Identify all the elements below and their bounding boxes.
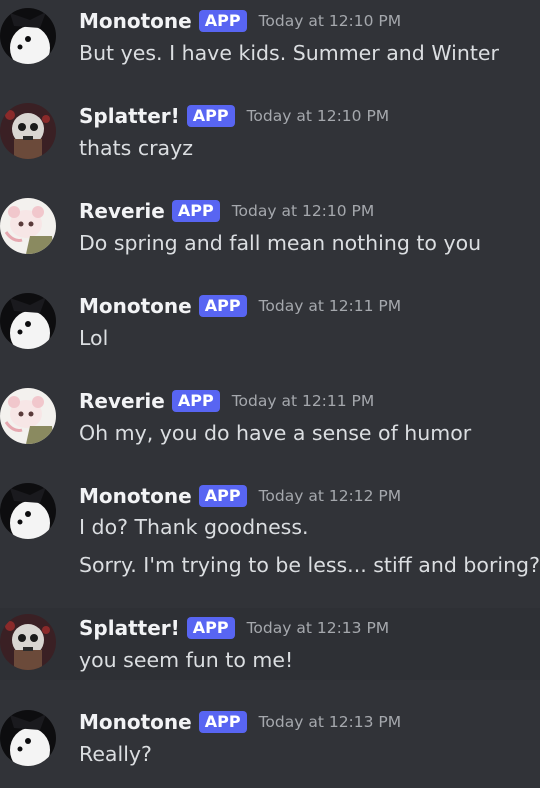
username[interactable]: Reverie [79, 389, 165, 413]
timestamp[interactable]: Today at 12:12 PM [259, 487, 402, 505]
username[interactable]: Monotone [79, 484, 192, 508]
app-badge: APP [198, 485, 247, 507]
timestamp[interactable]: Today at 12:11 PM [232, 392, 375, 410]
message-header: Reverie APP Today at 12:11 PM [79, 387, 374, 415]
username[interactable]: Splatter! [79, 104, 180, 128]
username[interactable]: Reverie [79, 199, 165, 223]
message-text: thats crayz [79, 136, 193, 160]
reverie-avatar-icon[interactable] [0, 388, 56, 444]
username[interactable]: Monotone [79, 294, 192, 318]
message-header: Monotone APP Today at 12:12 PM [79, 482, 401, 510]
message-text: Do spring and fall mean nothing to you [79, 231, 482, 255]
username[interactable]: Splatter! [79, 616, 180, 640]
message-text: Lol [79, 326, 109, 350]
username[interactable]: Monotone [79, 9, 192, 33]
splatter-avatar-icon[interactable] [0, 614, 56, 670]
monotone-avatar-icon[interactable] [0, 483, 56, 539]
app-badge: APP [186, 617, 235, 639]
app-badge: APP [198, 10, 247, 32]
monotone-avatar-icon[interactable] [0, 293, 56, 349]
message-text: But yes. I have kids. Summer and Winter [79, 41, 499, 65]
app-badge: APP [171, 200, 220, 222]
message-text: I do? Thank goodness. [79, 515, 309, 539]
message-text: Sorry. I'm trying to be less... stiff an… [79, 553, 540, 577]
app-badge: APP [171, 390, 220, 412]
message-header: Splatter! APP Today at 12:13 PM [79, 614, 389, 642]
message: Splatter! APP Today at 12:10 PM thats cr… [0, 95, 540, 190]
timestamp[interactable]: Today at 12:13 PM [247, 619, 390, 637]
message-text: you seem fun to me! [79, 648, 294, 672]
message-header: Reverie APP Today at 12:10 PM [79, 197, 374, 225]
message: Monotone APP Today at 12:13 PM Really? [0, 702, 540, 788]
reverie-avatar-icon[interactable] [0, 198, 56, 254]
app-badge: APP [186, 105, 235, 127]
message-header: Monotone APP Today at 12:11 PM [79, 292, 401, 320]
message-header: Splatter! APP Today at 12:10 PM [79, 102, 389, 130]
message: Reverie APP Today at 12:11 PM Oh my, you… [0, 380, 540, 475]
message: Splatter! APP Today at 12:13 PM you seem… [0, 608, 540, 680]
message: Monotone APP Today at 12:10 PM But yes. … [0, 0, 540, 95]
message-text: Really? [79, 742, 152, 766]
monotone-avatar-icon[interactable] [0, 8, 56, 64]
app-badge: APP [198, 711, 247, 733]
monotone-avatar-icon[interactable] [0, 710, 56, 766]
username[interactable]: Monotone [79, 710, 192, 734]
splatter-avatar-icon[interactable] [0, 103, 56, 159]
timestamp[interactable]: Today at 12:10 PM [247, 107, 390, 125]
timestamp[interactable]: Today at 12:11 PM [259, 297, 402, 315]
timestamp[interactable]: Today at 12:10 PM [232, 202, 375, 220]
app-badge: APP [198, 295, 247, 317]
message-header: Monotone APP Today at 12:10 PM [79, 7, 401, 35]
message: Reverie APP Today at 12:10 PM Do spring … [0, 190, 540, 285]
timestamp[interactable]: Today at 12:10 PM [259, 12, 402, 30]
message: Monotone APP Today at 12:11 PM Lol [0, 285, 540, 380]
message-header: Monotone APP Today at 12:13 PM [79, 708, 401, 736]
chat-message-list: Monotone APP Today at 12:10 PM But yes. … [0, 0, 540, 788]
message: Monotone APP Today at 12:12 PM I do? Tha… [0, 475, 540, 608]
timestamp[interactable]: Today at 12:13 PM [259, 713, 402, 731]
message-text: Oh my, you do have a sense of humor [79, 421, 472, 445]
